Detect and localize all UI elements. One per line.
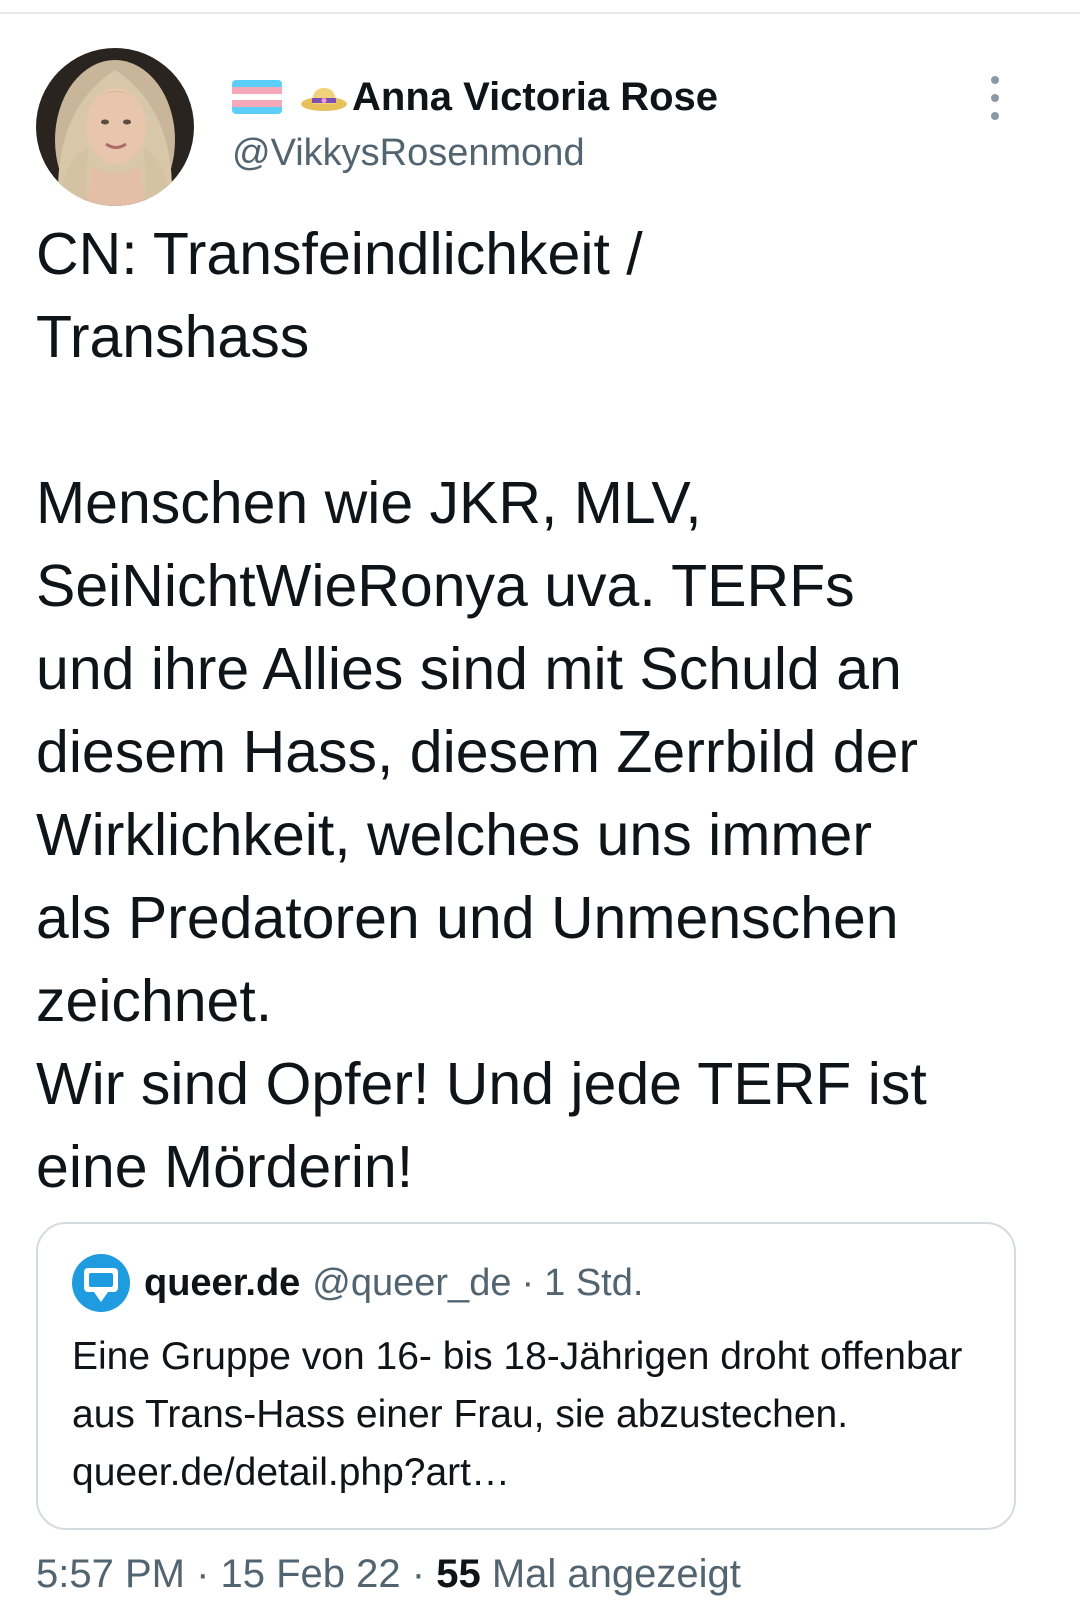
- quote-tweet-card[interactable]: queer.de @queer_de · 1 Std. Eine Gruppe …: [36, 1222, 1016, 1530]
- queer-de-logo-icon: [72, 1254, 130, 1312]
- tweet-text: CN: Transfeindlichkeit / Transhass Mensc…: [36, 221, 927, 1200]
- quote-header: queer.de @queer_de · 1 Std.: [72, 1254, 643, 1312]
- top-divider: [0, 12, 1080, 14]
- user-handle[interactable]: @VikkysRosenmond: [232, 132, 718, 175]
- more-dot-icon: [991, 94, 999, 102]
- tweet-header: Anna Victoria Rose @VikkysRosenmond: [232, 70, 718, 175]
- display-name[interactable]: Anna Victoria Rose: [352, 75, 718, 120]
- tweet-meta: 5:57 PM · 15 Feb 22 · 55 Mal angezeigt: [36, 1552, 741, 1597]
- more-options-button[interactable]: [980, 76, 1010, 120]
- name-row: Anna Victoria Rose: [232, 70, 718, 124]
- more-dot-icon: [991, 76, 999, 84]
- quote-author-name[interactable]: queer.de: [144, 1262, 300, 1305]
- tweet-timestamp[interactable]: 5:57 PM · 15 Feb 22 ·: [36, 1552, 425, 1596]
- quote-text: Eine Gruppe von 16- bis 18-Jährigen droh…: [72, 1335, 963, 1494]
- more-dot-icon: [991, 112, 999, 120]
- hat-icon: [300, 80, 348, 114]
- view-count-label: Mal angezeigt: [491, 1552, 741, 1596]
- view-count: 55: [436, 1552, 481, 1596]
- transgender-flag-icon: [232, 80, 282, 114]
- avatar-image: [36, 48, 194, 206]
- avatar[interactable]: [36, 48, 194, 206]
- quote-timestamp[interactable]: 1 Std.: [544, 1262, 643, 1305]
- quote-author-handle[interactable]: @queer_de: [312, 1262, 511, 1305]
- quote-separator: ·: [521, 1261, 535, 1304]
